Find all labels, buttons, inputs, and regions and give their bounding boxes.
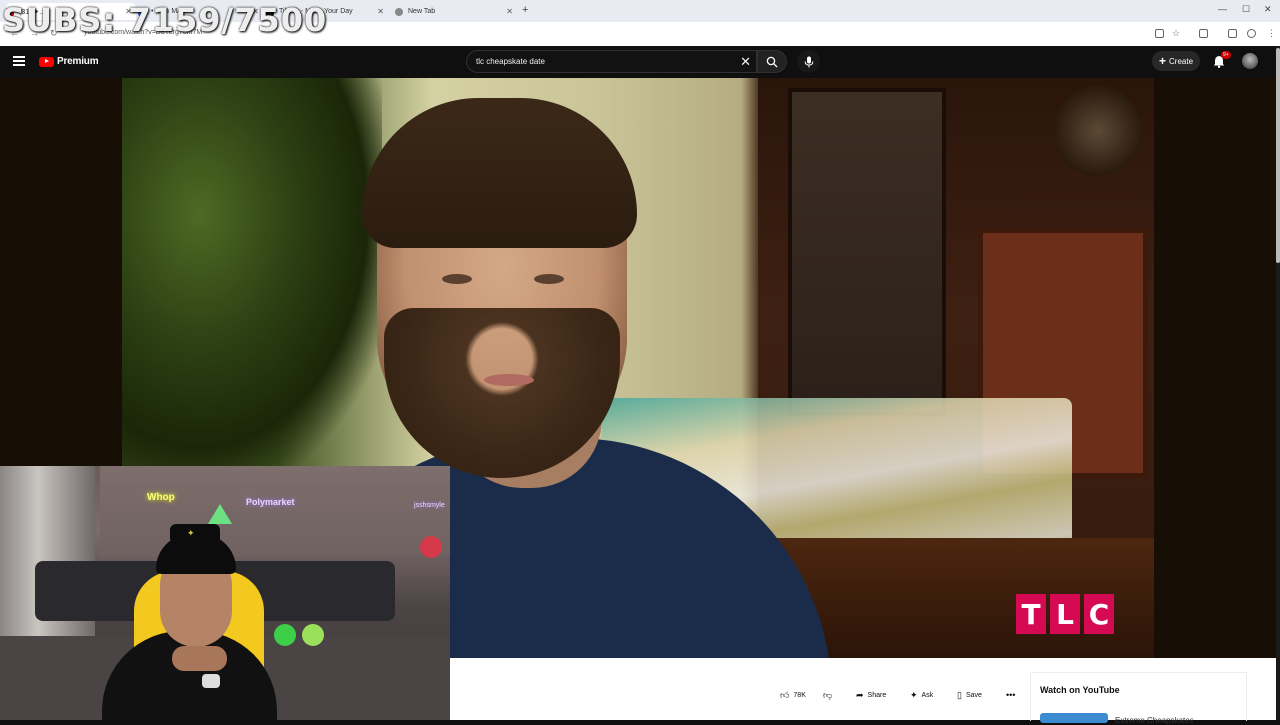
microphone-icon bbox=[804, 56, 813, 67]
thumbs-up-icon: 👍︎ bbox=[780, 689, 790, 700]
browser-tab[interactable]: New Tab ✕ bbox=[395, 3, 517, 20]
webcam-wall bbox=[100, 466, 450, 556]
neon-sign-handle: jsshsmyle bbox=[414, 502, 445, 509]
tab-title: New Tab bbox=[408, 8, 436, 15]
downloads-icon[interactable] bbox=[1228, 29, 1237, 38]
tlc-letter: C bbox=[1084, 594, 1114, 634]
browser-menu-icon[interactable]: ⋮ bbox=[1267, 28, 1276, 39]
like-button[interactable]: 👍︎ 78K bbox=[780, 686, 806, 704]
account-avatar[interactable] bbox=[1242, 53, 1258, 69]
hamburger-menu-icon[interactable] bbox=[13, 56, 25, 66]
search-icon bbox=[766, 56, 778, 67]
sparkle-icon: ✦ bbox=[910, 689, 918, 700]
green-balloon bbox=[274, 624, 296, 646]
tlc-letter: T bbox=[1016, 594, 1046, 634]
neon-sign-polymarket: Polymarket bbox=[246, 497, 295, 507]
tlc-channel-logo: T L C bbox=[1016, 594, 1114, 634]
install-app-icon[interactable] bbox=[1155, 29, 1164, 38]
search-query: tlc cheapskate date bbox=[476, 57, 545, 66]
streamer-hands bbox=[172, 646, 227, 671]
share-arrow-icon: ➦ bbox=[856, 689, 864, 700]
cabinet-mirror bbox=[1053, 86, 1143, 176]
page-scrollbar[interactable] bbox=[1276, 46, 1280, 720]
more-horizontal-icon: ••• bbox=[1006, 690, 1016, 700]
person-mouth bbox=[484, 374, 534, 386]
globe-favicon-icon bbox=[395, 7, 403, 16]
maximize-icon[interactable]: ☐ bbox=[1242, 4, 1250, 15]
search-button[interactable] bbox=[757, 50, 787, 73]
ask-button[interactable]: ✦ Ask bbox=[910, 686, 933, 704]
create-label: Create bbox=[1169, 56, 1194, 66]
search-input[interactable]: tlc cheapskate date ✕ bbox=[466, 50, 757, 73]
streamer-wristwatch bbox=[202, 674, 220, 688]
profile-icon[interactable] bbox=[1247, 29, 1256, 38]
scrollbar-thumb[interactable] bbox=[1276, 48, 1280, 263]
bookmark-icon: ▯ bbox=[957, 689, 962, 700]
logo-text: Premium bbox=[57, 56, 99, 67]
next-video-title[interactable]: Extreme Cheapskates bbox=[1115, 716, 1194, 725]
neon-triangle-logo bbox=[208, 504, 232, 524]
notification-badge: 9+ bbox=[1221, 51, 1231, 59]
person-hair bbox=[362, 98, 637, 248]
ask-label: Ask bbox=[921, 691, 934, 699]
next-video-thumbnail[interactable] bbox=[1040, 713, 1108, 723]
create-button[interactable]: + Create bbox=[1152, 51, 1200, 71]
minimize-icon[interactable]: — bbox=[1218, 4, 1227, 14]
streamer-webcam: Whop Polymarket jsshsmyle ✦ bbox=[0, 466, 450, 720]
save-label: Save bbox=[965, 691, 982, 699]
youtube-play-logo-icon bbox=[39, 56, 54, 67]
person-eye-left bbox=[442, 274, 472, 284]
youtube-masthead: Premium tlc cheapskate date ✕ + Create 9… bbox=[0, 46, 1276, 78]
tab-close-icon[interactable]: ✕ bbox=[377, 7, 384, 16]
share-label: Share bbox=[867, 691, 887, 699]
extensions-icon[interactable] bbox=[1199, 29, 1208, 38]
watch-on-youtube-title: Watch on YouTube bbox=[1040, 685, 1120, 695]
share-button[interactable]: ➦ Share bbox=[856, 686, 886, 704]
cap-logo-icon: ✦ bbox=[187, 528, 195, 538]
new-tab-icon[interactable]: + bbox=[522, 4, 528, 16]
neon-sign-whop: Whop bbox=[147, 492, 175, 503]
green-balloon bbox=[302, 624, 324, 646]
clear-search-icon[interactable]: ✕ bbox=[740, 54, 751, 70]
bookmark-star-icon[interactable]: ☆ bbox=[1172, 28, 1180, 39]
subs-counter-overlay: SUBS: 7159/7500 bbox=[2, 1, 328, 39]
thumbs-down-icon: 👎︎ bbox=[823, 689, 833, 700]
save-button[interactable]: ▯ Save bbox=[957, 686, 982, 704]
red-balloon bbox=[420, 536, 442, 558]
like-count: 78K bbox=[793, 691, 806, 699]
dislike-button[interactable]: 👎︎ bbox=[823, 686, 836, 704]
cabinet-glass bbox=[788, 88, 946, 416]
background-plant bbox=[122, 78, 382, 468]
watch-on-youtube-panel[interactable]: Watch on YouTube Extreme Cheapskates bbox=[1030, 672, 1247, 725]
window-close-icon[interactable]: ✕ bbox=[1264, 4, 1272, 15]
plus-icon: + bbox=[1158, 54, 1166, 68]
tlc-letter: L bbox=[1050, 594, 1080, 634]
person-eye-right bbox=[534, 274, 564, 284]
streamer-cap-top bbox=[170, 524, 220, 544]
voice-search-button[interactable] bbox=[797, 50, 820, 73]
more-actions-button[interactable]: ••• bbox=[1006, 686, 1019, 704]
youtube-premium-logo[interactable]: Premium bbox=[39, 56, 99, 67]
tab-close-icon[interactable]: ✕ bbox=[506, 7, 513, 16]
